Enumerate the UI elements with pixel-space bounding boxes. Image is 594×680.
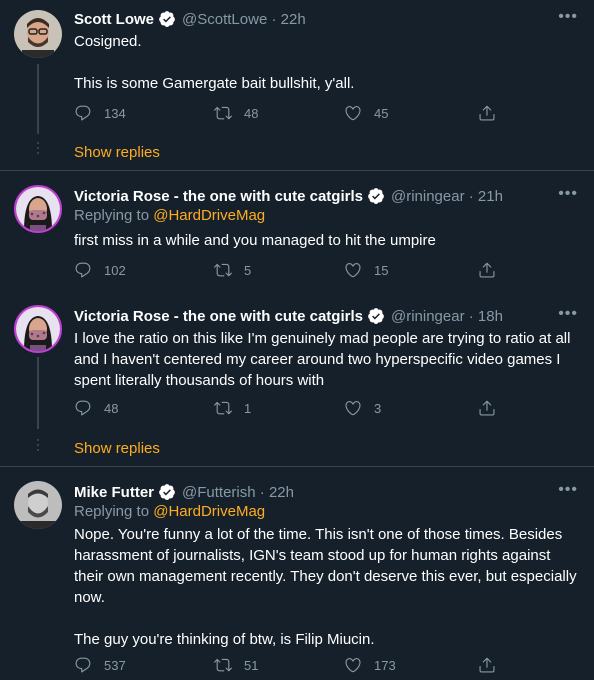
retweet-count: 51 (244, 657, 259, 673)
author-name[interactable]: Mike Futter (74, 484, 154, 501)
tweet-mike-futter[interactable]: Mike Futter @Futterish · 22h ••• Replyin… (0, 481, 594, 680)
verified-icon (368, 308, 384, 324)
tweet-header: Scott Lowe @ScottLowe · 22h (74, 8, 306, 30)
avatar[interactable] (14, 10, 62, 58)
like-button[interactable]: 173 (344, 656, 396, 674)
thread-dots (37, 439, 39, 454)
thread-dots (37, 142, 39, 157)
retweet-button[interactable]: 1 (214, 399, 251, 417)
share-button[interactable] (478, 399, 508, 417)
share-icon (479, 105, 495, 121)
author-name[interactable]: Victoria Rose - the one with cute catgir… (74, 188, 363, 205)
share-button[interactable] (478, 104, 508, 122)
thread-line (37, 64, 39, 134)
reply-icon (75, 262, 91, 278)
author-handle[interactable]: @riningear (391, 308, 465, 325)
tweet-victoria-rose-1[interactable]: Victoria Rose - the one with cute catgir… (0, 185, 594, 285)
retweet-count: 48 (244, 105, 259, 121)
retweet-icon (214, 106, 232, 120)
share-icon (479, 400, 495, 416)
reply-button[interactable]: 134 (74, 104, 126, 122)
like-count: 15 (374, 262, 389, 278)
reply-icon (75, 400, 91, 416)
more-options-button[interactable]: ••• (558, 8, 578, 26)
heart-icon (345, 263, 361, 278)
tweet-header: Victoria Rose - the one with cute catgir… (74, 185, 503, 207)
tweet-text: Nope. You're funny a lot of the time. Th… (74, 526, 577, 648)
timestamp[interactable]: · 22h (256, 484, 294, 501)
avatar[interactable] (14, 305, 62, 353)
share-icon (479, 262, 495, 278)
author-handle[interactable]: @riningear (391, 188, 465, 205)
author-name[interactable]: Victoria Rose - the one with cute catgir… (74, 308, 363, 325)
like-count: 173 (374, 657, 396, 673)
author-name[interactable]: Scott Lowe (74, 11, 154, 28)
share-button[interactable] (478, 261, 508, 279)
tweet-header: Victoria Rose - the one with cute catgir… (74, 305, 503, 327)
divider (0, 466, 594, 467)
tweet-actions: 537 51 173 (74, 656, 506, 676)
like-button[interactable]: 3 (344, 399, 381, 417)
retweet-count: 1 (244, 400, 252, 416)
heart-icon (345, 401, 361, 416)
reply-icon (75, 105, 91, 121)
share-button[interactable] (478, 656, 508, 674)
show-replies-link[interactable]: Show replies (74, 144, 160, 161)
retweet-button[interactable]: 51 (214, 656, 258, 674)
tweet-header: Mike Futter @Futterish · 22h (74, 481, 294, 503)
retweet-button[interactable]: 48 (214, 104, 258, 122)
share-icon (479, 657, 495, 673)
retweet-icon (214, 401, 232, 415)
reply-to-handle-link[interactable]: @HardDriveMag (153, 207, 265, 224)
thread-line (37, 357, 39, 429)
reply-button[interactable]: 537 (74, 656, 126, 674)
like-count: 45 (374, 105, 389, 121)
retweet-button[interactable]: 5 (214, 261, 251, 279)
replying-to: Replying to @HardDriveMag (74, 207, 266, 224)
author-handle[interactable]: @ScottLowe (182, 11, 267, 28)
more-options-button[interactable]: ••• (558, 305, 578, 323)
timestamp[interactable]: · 22h (267, 11, 305, 28)
reply-count: 134 (104, 105, 126, 121)
avatar[interactable] (14, 481, 62, 529)
show-replies-link[interactable]: Show replies (74, 440, 160, 457)
timestamp[interactable]: · 18h (465, 308, 503, 325)
timestamp[interactable]: · 21h (465, 188, 503, 205)
tweet-text: first miss in a while and you managed to… (74, 232, 436, 249)
verified-icon (159, 11, 175, 27)
heart-icon (345, 106, 361, 121)
retweet-count: 5 (244, 262, 252, 278)
retweet-icon (214, 263, 232, 277)
reply-icon (75, 657, 91, 673)
retweet-icon (214, 658, 232, 672)
tweet-text: I love the ratio on this like I'm genuin… (74, 330, 571, 389)
reply-button[interactable]: 48 (74, 399, 118, 417)
author-handle[interactable]: @Futterish (182, 484, 256, 501)
verified-icon (368, 188, 384, 204)
replying-to: Replying to @HardDriveMag (74, 503, 266, 520)
tweet-scott-lowe[interactable]: Scott Lowe @ScottLowe · 22h ••• Cosigned… (0, 8, 594, 168)
reply-count: 102 (104, 262, 126, 278)
like-button[interactable]: 15 (344, 261, 388, 279)
reply-count: 537 (104, 657, 126, 673)
reply-count: 48 (104, 400, 119, 416)
reply-button[interactable]: 102 (74, 261, 126, 279)
like-button[interactable]: 45 (344, 104, 388, 122)
more-options-button[interactable]: ••• (558, 185, 578, 203)
verified-icon (159, 484, 175, 500)
tweet-actions: 102 5 15 (74, 261, 506, 281)
tweet-text: Cosigned. This is some Gamergate bait bu… (74, 33, 355, 92)
more-options-button[interactable]: ••• (558, 481, 578, 499)
avatar[interactable] (14, 185, 62, 233)
heart-icon (345, 658, 361, 673)
divider (0, 170, 594, 171)
tweet-victoria-rose-2[interactable]: Victoria Rose - the one with cute catgir… (0, 305, 594, 460)
reply-to-handle-link[interactable]: @HardDriveMag (153, 503, 265, 520)
tweet-actions: 48 1 3 (74, 399, 506, 419)
tweet-actions: 134 48 45 (74, 104, 506, 124)
like-count: 3 (374, 400, 382, 416)
